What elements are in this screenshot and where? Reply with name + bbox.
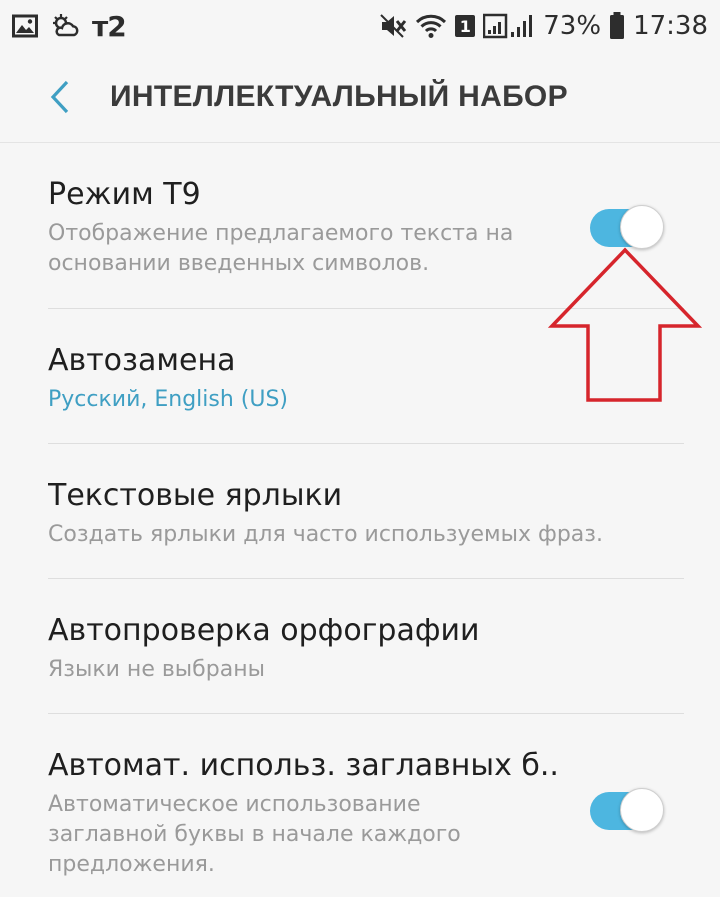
page-title: ИНТЕЛЛЕКТУАЛЬНЫЙ НАБОР bbox=[110, 80, 568, 113]
chevron-left-icon bbox=[48, 79, 72, 115]
carrier-label: т2 bbox=[92, 9, 127, 43]
setting-text-shortcuts[interactable]: Текстовые ярлыки Создать ярлыки для част… bbox=[48, 444, 684, 579]
toggle-knob bbox=[620, 205, 664, 249]
setting-title: Автомат. использ. заглавных б.. bbox=[48, 748, 559, 783]
gallery-icon bbox=[12, 14, 38, 38]
setting-subtitle: Создать ярлыки для часто используемых фр… bbox=[48, 522, 603, 547]
app-bar: ИНТЕЛЛЕКТУАЛЬНЫЙ НАБОР bbox=[0, 52, 720, 142]
setting-subtitle: Автоматическое использование заглавной б… bbox=[48, 792, 461, 877]
signal-icon bbox=[483, 13, 535, 39]
battery-percent: 73% bbox=[543, 11, 602, 41]
setting-title: Текстовые ярлыки bbox=[48, 478, 343, 513]
setting-spell-check[interactable]: Автопроверка орфографии Языки не выбраны bbox=[48, 579, 684, 714]
sim-slot-badge: 1 bbox=[455, 15, 476, 37]
setting-t9-mode[interactable]: Режим Т9 Отображение предлагаемого текст… bbox=[48, 143, 684, 309]
setting-autocorrect[interactable]: Автозамена Русский, English (US) bbox=[48, 309, 684, 444]
toggle-knob bbox=[620, 788, 664, 832]
setting-subtitle: Отображение предлагаемого текста на осно… bbox=[48, 221, 514, 276]
setting-auto-capitalize[interactable]: Автомат. использ. заглавных б.. Автомати… bbox=[48, 714, 684, 897]
back-button[interactable] bbox=[30, 67, 90, 127]
clock: 17:38 bbox=[633, 11, 708, 41]
setting-subtitle: Языки не выбраны bbox=[48, 657, 265, 682]
mute-icon bbox=[379, 13, 407, 39]
battery-icon bbox=[609, 12, 625, 40]
setting-title: Автозамена bbox=[48, 343, 236, 378]
t9-toggle-switch[interactable] bbox=[590, 205, 664, 249]
setting-title: Режим Т9 bbox=[48, 177, 201, 212]
auto-capitalize-toggle-switch[interactable] bbox=[590, 788, 664, 832]
setting-title: Автопроверка орфографии bbox=[48, 613, 480, 648]
setting-subtitle: Русский, English (US) bbox=[48, 387, 289, 412]
status-bar-left: т2 bbox=[0, 9, 127, 43]
status-bar: т2 1 73% 17:38 bbox=[0, 0, 720, 52]
weather-icon bbox=[50, 13, 80, 39]
wifi-icon bbox=[415, 13, 447, 39]
status-bar-right: 1 73% 17:38 bbox=[379, 11, 720, 41]
settings-list: Режим Т9 Отображение предлагаемого текст… bbox=[0, 143, 720, 897]
